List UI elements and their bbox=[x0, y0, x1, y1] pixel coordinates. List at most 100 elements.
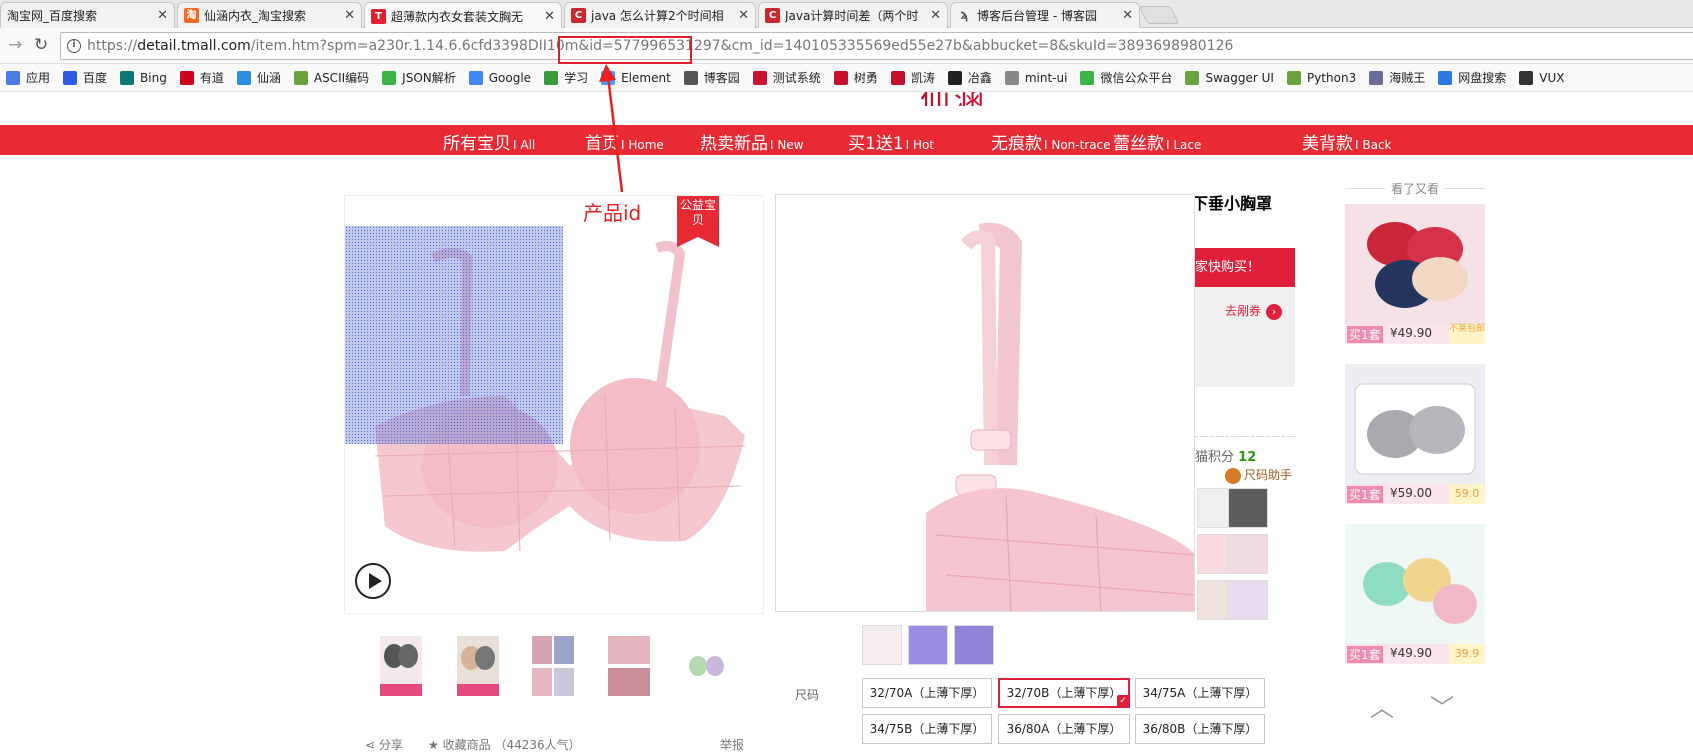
close-icon[interactable]: ✕ bbox=[930, 8, 941, 23]
tmall-icon: T bbox=[371, 8, 386, 24]
bookmark-item[interactable]: 有道 bbox=[179, 69, 224, 86]
bookmark-item[interactable]: 学习 bbox=[544, 69, 588, 86]
thumbnail-4[interactable] bbox=[608, 636, 650, 696]
color-swatch[interactable] bbox=[954, 625, 994, 665]
new-tab-button[interactable] bbox=[1138, 6, 1180, 24]
size-option[interactable]: 34/75A（上薄下厚） bbox=[1135, 678, 1265, 708]
browser-tab-3[interactable]: T 超薄款内衣女套装文胸无 ✕ bbox=[364, 2, 562, 29]
chevron-up-icon[interactable]: ︿ bbox=[1370, 694, 1394, 722]
category-nav-item[interactable]: 蕾丝款 I Lace bbox=[1113, 129, 1201, 154]
share-label: 分享 bbox=[378, 738, 403, 752]
bookmark-item[interactable]: 冶鑫 bbox=[947, 69, 992, 86]
browser-tab-5[interactable]: C Java计算时间差（两个时 ✕ bbox=[758, 2, 948, 28]
category-nav-item[interactable]: 买1送1 I Hot bbox=[848, 129, 934, 154]
close-icon[interactable]: ✕ bbox=[738, 8, 749, 23]
chevron-down-icon[interactable]: ﹀ bbox=[1430, 694, 1454, 722]
extra-tag: 39.9 bbox=[1449, 644, 1485, 664]
product-image bbox=[1354, 383, 1476, 475]
bookmark-item[interactable]: Google bbox=[468, 70, 531, 85]
bookmark-icon bbox=[544, 70, 559, 85]
close-icon[interactable]: ✕ bbox=[344, 8, 355, 23]
share-link[interactable]: ⋖ 分享 bbox=[365, 736, 403, 753]
extra-tag: 59.0 bbox=[1449, 484, 1485, 504]
csdn-icon: C bbox=[765, 8, 780, 23]
bookmark-item[interactable]: ASCII编码 bbox=[293, 69, 369, 86]
report-link[interactable]: 举报 bbox=[720, 736, 744, 753]
info-icon[interactable]: i bbox=[67, 39, 81, 53]
bookmark-label: Swagger UI bbox=[1205, 70, 1274, 85]
category-nav: 所有宝贝 I All 首页 I Home 热卖新品 I New 买1送1 I Hot 无痕款 I … bbox=[0, 125, 1693, 155]
category-nav-item[interactable]: 美背款 I Back bbox=[1302, 129, 1392, 154]
bookmark-item[interactable]: 百度 bbox=[63, 69, 107, 86]
address-bar[interactable]: i https://detail.tmall.com/item.htm?spm=… bbox=[60, 32, 1693, 60]
bookmark-icon bbox=[683, 70, 698, 85]
close-icon[interactable]: ✕ bbox=[1122, 8, 1133, 23]
bookmark-item[interactable]: Bing bbox=[120, 70, 167, 85]
color-swatch[interactable] bbox=[908, 625, 948, 665]
price-strip: 买1套 ¥49.90 不莱包邮 bbox=[1345, 324, 1485, 344]
forward-icon[interactable]: → bbox=[8, 35, 22, 55]
category-nav-item[interactable]: 所有宝贝 I All bbox=[443, 129, 535, 154]
thumbnail-1[interactable] bbox=[380, 636, 422, 696]
bookmark-item[interactable]: mint-ui bbox=[1004, 70, 1067, 85]
bookmark-icon bbox=[1519, 70, 1534, 85]
promo-banner: 家快购买！ bbox=[1195, 248, 1295, 287]
color-swatch[interactable] bbox=[1228, 534, 1268, 574]
reload-icon[interactable]: ↻ bbox=[34, 35, 48, 55]
bookmark-icon bbox=[293, 70, 308, 85]
bookmark-item[interactable]: 仙涵 bbox=[236, 69, 281, 86]
category-nav-item[interactable]: 无痕款 I Non-trace bbox=[991, 129, 1111, 154]
bookmark-item[interactable]: Python3 bbox=[1286, 70, 1356, 85]
bookmark-label: 博客园 bbox=[703, 71, 740, 85]
color-swatch[interactable] bbox=[1228, 580, 1268, 620]
bookmark-item[interactable]: JSON解析 bbox=[382, 69, 456, 86]
chevron-right-icon: › bbox=[1266, 304, 1283, 320]
size-option[interactable]: 36/80B（上薄下厚） bbox=[1135, 714, 1265, 744]
category-label: 首页 bbox=[585, 134, 619, 154]
tab-title: 超薄款内衣女套装文胸无 bbox=[391, 9, 524, 24]
play-video-button[interactable] bbox=[355, 563, 391, 599]
size-option[interactable]: 36/80A（上薄下厚） bbox=[998, 714, 1130, 744]
browser-tab-2[interactable]: 淘仙涵内衣_淘宝搜索 ✕ bbox=[177, 2, 362, 28]
points-label: 猫积分 bbox=[1195, 450, 1235, 465]
bookmark-item[interactable]: 网盘搜索 bbox=[1438, 69, 1506, 86]
bookmark-item[interactable]: Element bbox=[601, 70, 671, 85]
bookmark-icon bbox=[947, 70, 962, 85]
size-option[interactable]: 32/70A（上薄下厚） bbox=[862, 678, 992, 708]
thumbnail-3[interactable] bbox=[532, 636, 574, 696]
color-swatch[interactable] bbox=[1228, 488, 1268, 528]
browser-tab-6[interactable]: ϡ 博客后台管理 - 博客园 ✕ bbox=[950, 2, 1140, 28]
bookmark-item[interactable]: 微信公众平台 bbox=[1080, 69, 1172, 86]
bookmark-item[interactable]: 海贼王 bbox=[1369, 69, 1425, 86]
tab-title: 博客后台管理 - 博客园 bbox=[977, 9, 1097, 23]
main-product-image[interactable]: 公益宝贝 bbox=[344, 195, 764, 614]
close-icon[interactable]: ✕ bbox=[544, 9, 555, 24]
points-info: 猫积分 12 bbox=[1195, 446, 1256, 465]
recommend-card[interactable]: 买1套 ¥49.90 39.9 bbox=[1345, 524, 1485, 664]
browser-tab-4[interactable]: Cjava 怎么计算2个时间相 ✕ bbox=[564, 2, 756, 28]
zoom-lens[interactable] bbox=[345, 226, 563, 444]
browser-tab-1[interactable]: 淘宝网_百度搜索 ✕ bbox=[0, 2, 175, 28]
bookmark-item[interactable]: VUX bbox=[1519, 70, 1564, 85]
bookmark-icon bbox=[1004, 70, 1019, 85]
bookmark-item[interactable]: 凯涛 bbox=[890, 69, 935, 86]
size-option[interactable]: 34/75B（上薄下厚） bbox=[862, 714, 992, 744]
close-icon[interactable]: ✕ bbox=[157, 8, 168, 23]
category-nav-item[interactable]: 热卖新品 I New bbox=[700, 129, 804, 154]
recommend-card[interactable]: 买1套 ¥49.90 不莱包邮 bbox=[1345, 204, 1485, 344]
size-helper-link[interactable]: 尺码助手 bbox=[1225, 466, 1292, 484]
recommend-card[interactable]: 买1套 ¥59.00 59.0 bbox=[1345, 364, 1485, 504]
bookmark-item[interactable]: 博客园 bbox=[683, 69, 740, 86]
bookmark-item[interactable]: 应用 bbox=[6, 69, 50, 86]
color-swatch[interactable] bbox=[862, 625, 902, 665]
bookmark-item[interactable]: 树勇 bbox=[833, 69, 878, 86]
bookmark-item[interactable]: 测试系统 bbox=[752, 69, 821, 86]
coupon-link[interactable]: 去剐券 › bbox=[1225, 302, 1283, 320]
thumbnail-2[interactable] bbox=[457, 636, 499, 696]
favorite-link[interactable]: ★ 收藏商品 （44236人气） bbox=[428, 736, 581, 753]
size-option[interactable]: 32/70B（上薄下厚） bbox=[998, 678, 1130, 708]
bookmark-item[interactable]: Swagger UI bbox=[1185, 70, 1274, 85]
category-nav-item[interactable]: 首页 I Home bbox=[585, 129, 664, 154]
thumbnail-5[interactable] bbox=[685, 636, 727, 696]
size-helper-label: 尺码助手 bbox=[1244, 468, 1293, 482]
